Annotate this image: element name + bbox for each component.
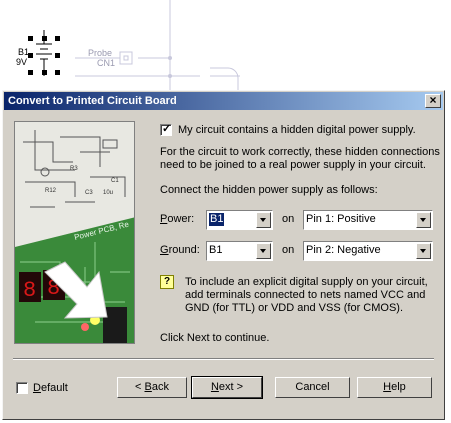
continue-text: Click Next to continue. [160, 332, 270, 344]
explanation-line-1: For the circuit to work correctly, these… [160, 146, 440, 158]
power-label: Power: [160, 213, 195, 225]
illustration-label-10u: 10u [103, 190, 113, 196]
default-label[interactable]: Default [33, 382, 68, 395]
hint-line-3: GND (for TTL) or VDD and VSS (for CMOS). [185, 302, 404, 314]
explanation-line-2: need to be joined to a real power supply… [160, 159, 426, 171]
pcb-illustration: C1 C3 10u R3 R12 Power PCB, Re 8 8 [14, 121, 135, 344]
component-ref: B1 [18, 47, 30, 57]
help-button[interactable]: Help [357, 377, 432, 398]
next-button[interactable]: Next > [191, 376, 263, 399]
probe-ref: CN1 [97, 58, 116, 68]
checkmark-icon: ✓ [162, 123, 172, 135]
cancel-button[interactable]: Cancel [275, 377, 350, 398]
default-checkbox[interactable] [16, 382, 28, 394]
hint-line-2: add terminals connected to nets named VC… [185, 289, 426, 301]
connect-heading: Connect the hidden power supply as follo… [160, 184, 378, 196]
hidden-supply-label[interactable]: My circuit contains a hidden digital pow… [178, 124, 416, 137]
dialog-title: Convert to Printed Circuit Board [8, 95, 177, 107]
component-value: 9V [16, 57, 28, 67]
ground-label: Ground: [160, 244, 200, 256]
power-pin-value: Pin 1: Positive [306, 213, 376, 225]
illustration-label-r3: R3 [70, 166, 78, 172]
ground-pin-value: Pin 2: Negative [306, 244, 381, 256]
dialog-titlebar[interactable]: Convert to Printed Circuit Board × [4, 92, 443, 110]
chevron-down-icon[interactable] [416, 243, 431, 259]
power-pin-select[interactable]: Pin 1: Positive [303, 210, 433, 230]
hidden-supply-checkbox[interactable]: ✓ [160, 123, 172, 136]
chevron-down-icon[interactable] [256, 243, 271, 259]
probe-label: Probe [88, 48, 113, 58]
hint-icon: ? [160, 275, 174, 289]
illustration-label-c1: C1 [111, 178, 119, 184]
back-button[interactable]: < Back [117, 377, 187, 398]
close-icon: × [429, 93, 437, 107]
svg-text:8: 8 [23, 278, 36, 303]
ground-pin-select[interactable]: Pin 2: Negative [303, 241, 433, 261]
chevron-down-icon[interactable] [256, 212, 271, 228]
chevron-down-icon[interactable] [416, 212, 431, 228]
illustration-label-r12: R12 [45, 188, 57, 194]
power-net-value: B1 [209, 213, 225, 226]
convert-pcb-dialog: Convert to Printed Circuit Board × C1 C3… [2, 90, 445, 420]
separator [13, 358, 434, 360]
ground-on-label: on [282, 244, 295, 256]
hint-line-1: To include an explicit digital supply on… [185, 276, 428, 288]
power-net-select[interactable]: B1 [206, 210, 273, 230]
close-button[interactable]: × [425, 94, 441, 108]
ground-net-value: B1 [209, 244, 223, 256]
ground-net-select[interactable]: B1 [206, 241, 273, 261]
illustration-label-c3: C3 [85, 190, 93, 196]
power-on-label: on [282, 213, 295, 225]
